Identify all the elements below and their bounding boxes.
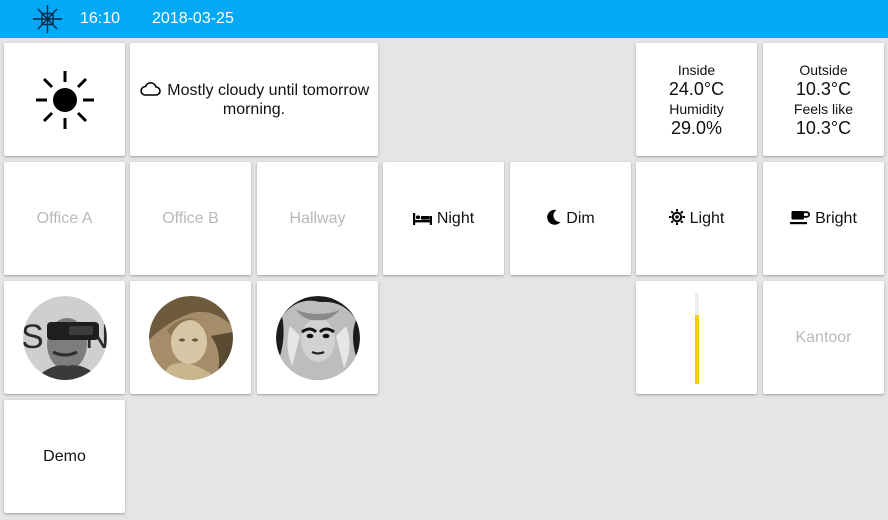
scene-dim: Dim [546, 209, 595, 228]
room-office-b-label: Office B [162, 209, 219, 227]
room-demo-label: Demo [43, 447, 86, 465]
scene-light-label: Light [689, 210, 725, 227]
room-hallway-label: Hallway [289, 209, 346, 227]
room-office-a-label: Office A [36, 209, 93, 227]
scene-night: Night [412, 209, 475, 228]
compass-star-icon[interactable] [31, 4, 64, 34]
weather-summary: Mostly cloudy until tomorrow morning. [130, 81, 378, 119]
room-office-a-tile[interactable]: Office A [4, 162, 125, 275]
scene-night-label: Night [436, 209, 475, 227]
scene-bright-button[interactable]: Bright [763, 162, 884, 275]
scene-bright: Bright [790, 210, 857, 228]
inside-temperature: 24.0°C [668, 78, 725, 99]
coffee-cup-icon [790, 210, 811, 224]
cloud-icon [140, 81, 161, 96]
weather-icon-tile[interactable] [4, 43, 125, 156]
scene-night-button[interactable]: Night [383, 162, 504, 275]
sensor-inside-tile[interactable]: Inside 24.0°C Humidity 29.0% [636, 43, 757, 156]
camera-tile-1[interactable]: S N [4, 281, 125, 394]
camera-tile-2[interactable] [130, 281, 251, 394]
humidity-label: Humidity [669, 100, 724, 117]
sensor-inside: Inside 24.0°C Humidity 29.0% [669, 61, 724, 139]
camera-statue [148, 295, 233, 380]
inside-label: Inside [677, 61, 716, 78]
scene-light-button[interactable]: Light [636, 162, 757, 275]
feels-like-label: Feels like [793, 100, 854, 117]
scene-dim-button[interactable]: Dim [510, 162, 631, 275]
weather-summary-text: Mostly cloudy until tomorrow morning. [167, 81, 370, 118]
inside-humidity: 29.0% [670, 117, 723, 138]
room-kantoor-tile[interactable]: Kantoor [763, 281, 884, 394]
sensor-outside: Outside 10.3°C Feels like 10.3°C [794, 61, 853, 139]
room-hallway-tile[interactable]: Hallway [257, 162, 378, 275]
camera-tile-3[interactable] [257, 281, 378, 394]
scene-dim-label: Dim [566, 210, 595, 227]
scene-light: Light [668, 209, 725, 228]
sensor-outside-tile[interactable]: Outside 10.3°C Feels like 10.3°C [763, 43, 884, 156]
room-kantoor-label: Kantoor [795, 328, 852, 346]
outside-label: Outside [799, 61, 848, 78]
camera-vr-headset: S N [22, 295, 107, 380]
weather-summary-tile[interactable]: Mostly cloudy until tomorrow morning. [130, 43, 378, 156]
dimmer-slider-track[interactable] [695, 293, 699, 384]
bed-icon [412, 212, 432, 225]
room-office-b-tile[interactable]: Office B [130, 162, 251, 275]
dimmer-tile[interactable] [636, 281, 757, 394]
outside-feels-like: 10.3°C [795, 117, 852, 138]
clock-time: 16:10 [80, 10, 121, 27]
scene-bright-label: Bright [815, 209, 857, 227]
moon-icon [547, 209, 561, 225]
dimmer-slider-fill [695, 314, 699, 384]
room-demo-tile[interactable]: Demo [4, 400, 125, 513]
clock-date: 2018-03-25 [152, 10, 234, 27]
top-bar: 16:10 2018-03-25 [0, 0, 888, 38]
sun-icon [35, 70, 94, 129]
sun-small-icon [668, 209, 685, 225]
svg-text:S: S [23, 318, 44, 356]
outside-temperature: 10.3°C [795, 78, 852, 99]
camera-portrait [275, 295, 360, 380]
